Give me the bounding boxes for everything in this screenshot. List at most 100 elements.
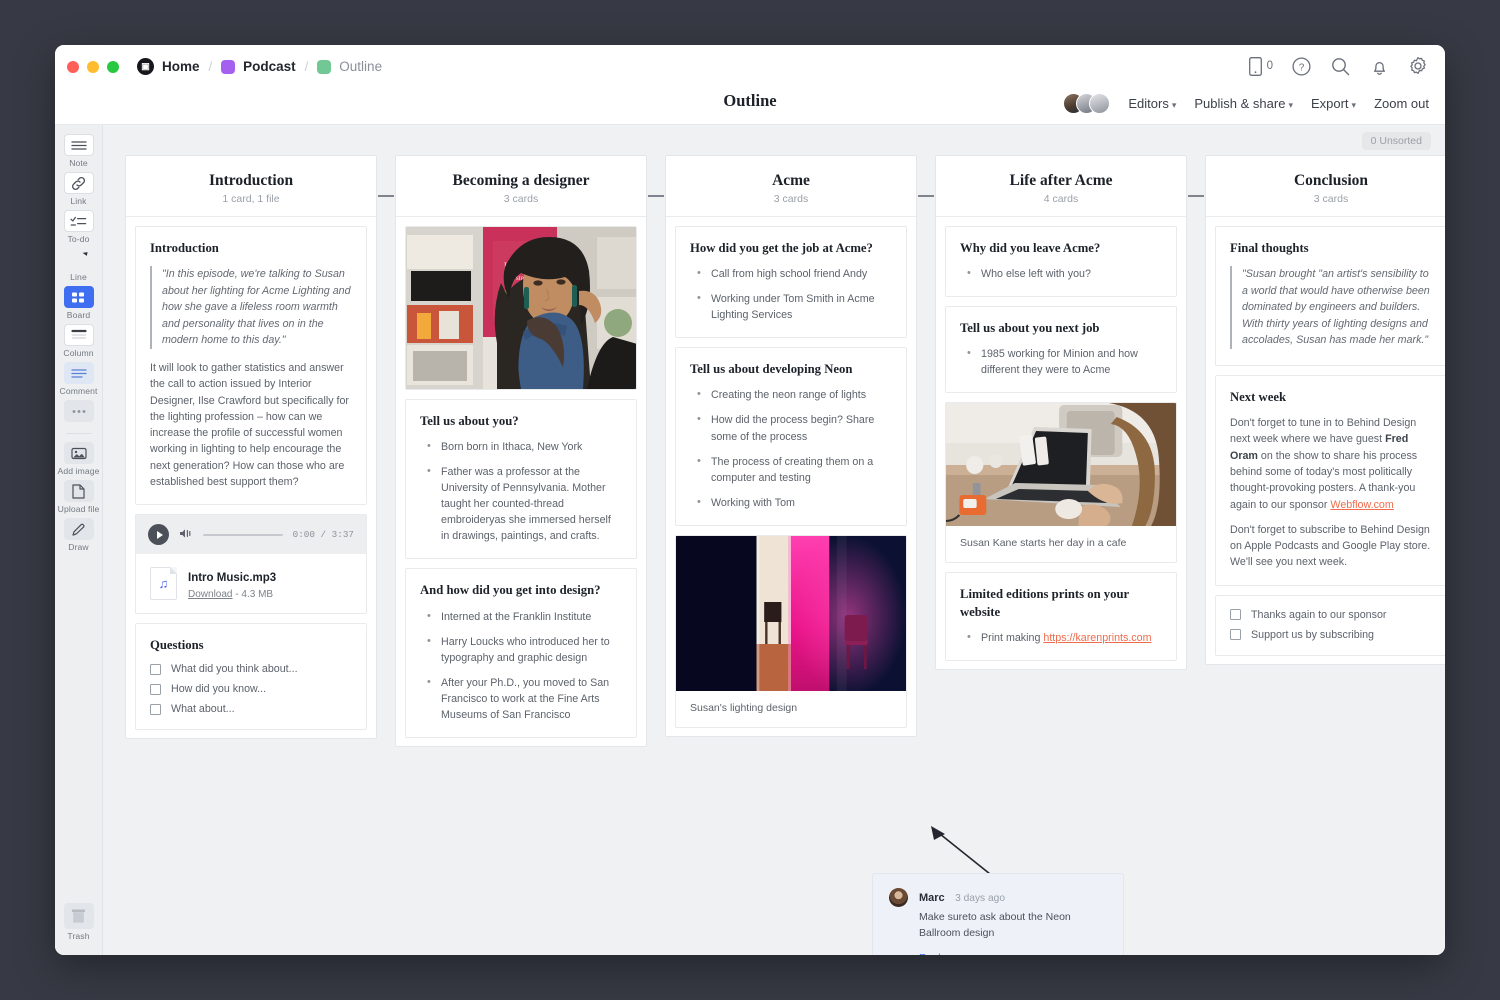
board-canvas[interactable]: 0 Unsorted Introduction 1 card, 1 file I… bbox=[103, 125, 1445, 955]
tool-link[interactable]: Link bbox=[57, 172, 101, 206]
image-caption: Susan Kane starts her day in a cafe bbox=[946, 526, 1176, 562]
download-link[interactable]: Download bbox=[188, 589, 232, 600]
comment-author: Marc bbox=[919, 892, 945, 904]
bullet-list: Creating the neon range of lights How di… bbox=[690, 387, 892, 510]
bullet-list: Who else left with you? bbox=[960, 266, 1162, 282]
close-window-button[interactable] bbox=[67, 61, 79, 73]
column-introduction[interactable]: Introduction 1 card, 1 file Introduction… bbox=[125, 155, 377, 739]
notifications-button[interactable] bbox=[1368, 55, 1390, 77]
trash-icon bbox=[64, 903, 94, 929]
card-final-thoughts[interactable]: Final thoughts "Susan brought "an artist… bbox=[1215, 226, 1445, 366]
audio-seek-bar[interactable] bbox=[203, 534, 283, 536]
checkbox-row[interactable]: Thanks again to our sponsor bbox=[1230, 609, 1432, 621]
titlebar-actions: 0 ? bbox=[1249, 55, 1429, 77]
tool-more[interactable] bbox=[57, 400, 101, 422]
webflow-link[interactable]: Webflow.com bbox=[1330, 499, 1393, 511]
tool-draw[interactable]: Draw bbox=[57, 518, 101, 552]
breadcrumb-item-podcast[interactable]: Podcast bbox=[243, 59, 296, 74]
column-title: Conclusion bbox=[1214, 172, 1445, 190]
card-developing-neon[interactable]: Tell us about developing Neon Creating t… bbox=[675, 347, 907, 525]
audio-player[interactable]: 0:00 / 3:37 bbox=[136, 515, 366, 554]
tool-line[interactable]: Line bbox=[57, 248, 101, 282]
column-life-after-acme[interactable]: Life after Acme 4 cards Why did you leav… bbox=[935, 155, 1187, 670]
column-becoming-a-designer[interactable]: Becoming a designer 3 cards bbox=[395, 155, 647, 747]
card-how-did-you-get-the-job[interactable]: How did you get the job at Acme? Call fr… bbox=[675, 226, 907, 338]
card-introduction[interactable]: Introduction "In this episode, we're tal… bbox=[135, 226, 367, 505]
mobile-preview-button[interactable]: 0 bbox=[1249, 57, 1273, 76]
breadcrumb-item-home[interactable]: Home bbox=[162, 59, 200, 74]
comment-popup[interactable]: Marc 3 days ago Make sureto ask about th… bbox=[872, 873, 1124, 955]
line-icon bbox=[64, 248, 94, 270]
card-limited-edition-prints[interactable]: Limited editions prints on your website … bbox=[945, 572, 1177, 660]
comment-reply-button[interactable]: Reply bbox=[919, 952, 1107, 956]
card-why-did-you-leave[interactable]: Why did you leave Acme? Who else left wi… bbox=[945, 226, 1177, 297]
export-label: Export bbox=[1311, 96, 1349, 111]
settings-button[interactable] bbox=[1407, 55, 1429, 77]
column-gap bbox=[377, 155, 395, 747]
play-icon bbox=[157, 531, 163, 539]
woman-laptop-cafe-image bbox=[946, 403, 1176, 526]
tool-column[interactable]: Column bbox=[57, 324, 101, 358]
checkbox[interactable] bbox=[1230, 629, 1241, 640]
card-tell-us-about-you[interactable]: Tell us about you? Born born in Ithaca, … bbox=[405, 399, 637, 559]
comment-icon bbox=[64, 362, 94, 384]
card-questions[interactable]: Questions What did you think about... Ho… bbox=[135, 623, 367, 730]
window-traffic-lights bbox=[67, 61, 119, 73]
outline-color-chip-icon bbox=[317, 60, 331, 74]
card-portrait-image[interactable]: Land of Mystery Travel bbox=[405, 226, 637, 390]
bullet-item: After your Ph.D., you moved to San Franc… bbox=[420, 675, 622, 723]
file-meta-sep: - bbox=[235, 589, 238, 600]
minimize-window-button[interactable] bbox=[87, 61, 99, 73]
card-how-did-you-get-into-design[interactable]: And how did you get into design? Interne… bbox=[405, 568, 637, 737]
card-next-week[interactable]: Next week Don't forget to tune in to Beh… bbox=[1215, 375, 1445, 586]
breadcrumb-item-outline[interactable]: Outline bbox=[339, 59, 382, 74]
tool-todo[interactable]: To-do bbox=[57, 210, 101, 244]
karenprints-link[interactable]: https://karenprints.com bbox=[1043, 632, 1151, 644]
help-button[interactable]: ? bbox=[1290, 55, 1312, 77]
card-lighting-design-image[interactable]: Susan's lighting design bbox=[675, 535, 907, 728]
column-acme[interactable]: Acme 3 cards How did you get the job at … bbox=[665, 155, 917, 737]
publish-share-menu[interactable]: Publish & share▾ bbox=[1194, 96, 1293, 111]
tool-comment[interactable]: Comment bbox=[57, 362, 101, 396]
tool-board[interactable]: Board bbox=[57, 286, 101, 320]
maximize-window-button[interactable] bbox=[107, 61, 119, 73]
editor-avatars[interactable] bbox=[1063, 93, 1110, 114]
bullet-item: The process of creating them on a comput… bbox=[690, 454, 892, 486]
volume-icon[interactable] bbox=[179, 526, 193, 544]
file-attachment[interactable]: ♫ Intro Music.mp3 Download - 4.3 MB bbox=[136, 554, 366, 613]
export-menu[interactable]: Export▾ bbox=[1311, 96, 1356, 111]
checkbox-row[interactable]: Support us by subscribing bbox=[1230, 629, 1432, 641]
editors-menu[interactable]: Editors▾ bbox=[1128, 96, 1176, 111]
checkbox[interactable] bbox=[150, 684, 161, 695]
unsorted-badge[interactable]: 0 Unsorted bbox=[1362, 132, 1431, 150]
checkbox-row[interactable]: What did you think about... bbox=[150, 663, 352, 675]
play-button[interactable] bbox=[148, 524, 169, 545]
bullet-item: Father was a professor at the University… bbox=[420, 464, 622, 544]
checkbox-label: Support us by subscribing bbox=[1251, 629, 1374, 641]
zoom-out-button[interactable]: Zoom out bbox=[1374, 96, 1429, 111]
checkbox[interactable] bbox=[1230, 609, 1241, 620]
more-icon bbox=[64, 400, 94, 422]
card-audio-file[interactable]: 0:00 / 3:37 ♫ Intro Music.mp3 Download -… bbox=[135, 514, 367, 614]
card-next-job[interactable]: Tell us about you next job 1985 working … bbox=[945, 306, 1177, 393]
checkbox[interactable] bbox=[150, 704, 161, 715]
tool-note[interactable]: Note bbox=[57, 134, 101, 168]
checkbox[interactable] bbox=[150, 664, 161, 675]
tool-label: Board bbox=[67, 310, 90, 320]
checkbox-row[interactable]: How did you know... bbox=[150, 683, 352, 695]
column-conclusion[interactable]: Conclusion 3 cards Final thoughts "Susan… bbox=[1205, 155, 1445, 665]
column-icon bbox=[64, 324, 94, 346]
gear-icon bbox=[1408, 56, 1428, 76]
mobile-icon bbox=[1249, 57, 1262, 76]
tool-trash[interactable]: Trash bbox=[57, 903, 101, 941]
card-cafe-image[interactable]: Susan Kane starts her day in a cafe bbox=[945, 402, 1177, 563]
column-subtitle: 3 cards bbox=[674, 193, 908, 205]
tool-add-image[interactable]: Add image bbox=[57, 442, 101, 476]
tool-label: Link bbox=[70, 196, 86, 206]
card-closing-checklist[interactable]: Thanks again to our sponsor Support us b… bbox=[1215, 595, 1445, 656]
tool-upload-file[interactable]: Upload file bbox=[57, 480, 101, 514]
checkbox-row[interactable]: What about... bbox=[150, 703, 352, 715]
chevron-down-icon: ▾ bbox=[1172, 100, 1177, 110]
title-bar: ▣ Home / Podcast / Outline 0 ? bbox=[55, 45, 1445, 88]
search-button[interactable] bbox=[1329, 55, 1351, 77]
